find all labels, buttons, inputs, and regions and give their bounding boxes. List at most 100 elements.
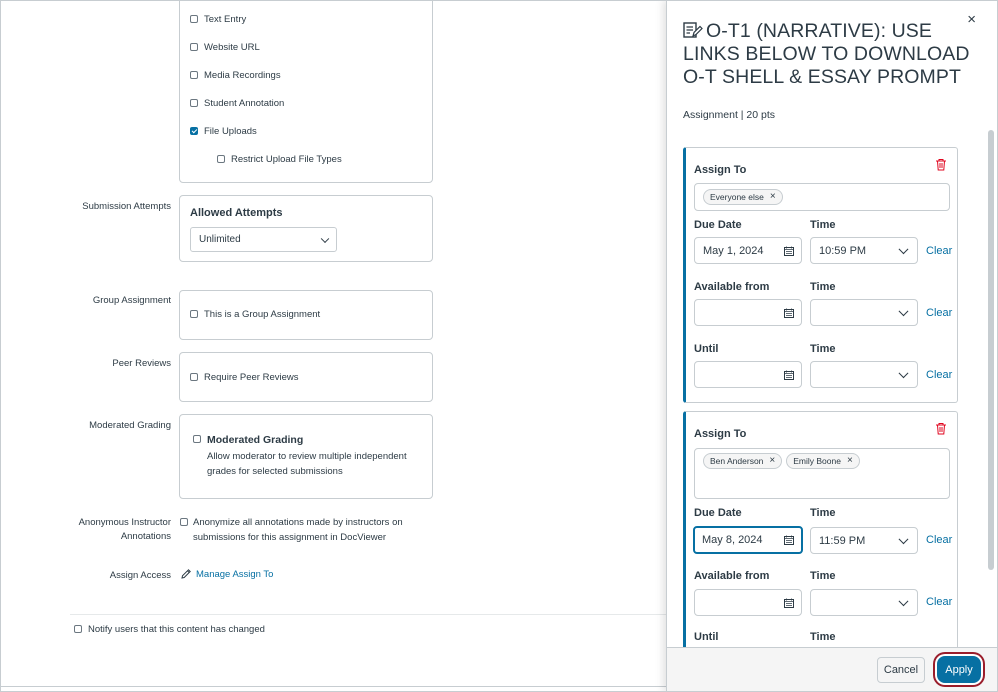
clear-until-button[interactable]: Clear <box>926 369 952 381</box>
calendar-icon[interactable] <box>784 246 794 256</box>
notify-users-label: Notify users that this content has chang… <box>88 624 265 635</box>
assign-to-input[interactable]: Everyone else × <box>694 183 950 211</box>
option-media-recordings[interactable]: Media Recordings <box>190 70 281 81</box>
website-url-checkbox[interactable] <box>190 42 198 51</box>
peer-reviews-checkbox[interactable] <box>190 372 198 381</box>
until-time-label: Time <box>810 343 836 355</box>
chevron-down-icon <box>898 595 909 606</box>
allowed-attempts-select[interactable]: Unlimited <box>190 227 337 252</box>
due-date-input[interactable]: May 8, 2024 <box>693 526 803 554</box>
option-anonymous-annotations[interactable]: Anonymize all annotations made by instru… <box>180 516 420 545</box>
available-time-label: Time <box>810 570 836 582</box>
option-website-url[interactable]: Website URL <box>190 42 260 53</box>
text-entry-label: Text Entry <box>204 14 247 25</box>
assign-to-input[interactable]: Ben Anderson × Emily Boone × <box>694 448 950 499</box>
anonymous-annotations-option-label: Anonymize all annotations made by instru… <box>193 517 403 543</box>
media-recordings-label: Media Recordings <box>204 70 281 81</box>
group-assignment-box: This is a Group Assignment <box>179 290 433 340</box>
due-date-value: May 8, 2024 <box>702 534 763 546</box>
option-group-assignment[interactable]: This is a Group Assignment <box>190 309 320 320</box>
assign-to-label: Assign To <box>694 428 747 440</box>
until-input[interactable] <box>694 361 802 388</box>
until-label: Until <box>694 631 719 643</box>
calendar-icon[interactable] <box>784 535 794 545</box>
restrict-upload-label: Restrict Upload File Types <box>231 154 342 165</box>
remove-assignee-icon[interactable]: × <box>847 456 853 466</box>
chevron-down-icon <box>320 234 330 243</box>
due-time-select[interactable]: 10:59 PM <box>810 237 918 264</box>
divider <box>70 614 666 615</box>
option-notify-users[interactable]: Notify users that this content has chang… <box>74 624 265 635</box>
manage-assign-to-text[interactable]: Manage Assign To <box>196 569 273 580</box>
assign-to-label: Assign To <box>694 164 747 176</box>
calendar-icon[interactable] <box>784 598 794 608</box>
file-uploads-checkbox[interactable] <box>190 126 198 135</box>
option-file-uploads[interactable]: File Uploads <box>190 126 257 137</box>
clear-available-from-button[interactable]: Clear <box>926 307 952 319</box>
assignee-pill[interactable]: Ben Anderson × <box>703 453 783 469</box>
student-annotation-checkbox[interactable] <box>190 98 198 107</box>
peer-reviews-label: Peer Reviews <box>112 358 171 369</box>
assign-access-label: Assign Access <box>109 570 171 581</box>
manage-assign-to-link[interactable]: Manage Assign To <box>180 568 273 580</box>
available-time-select[interactable] <box>810 299 918 326</box>
notify-users-checkbox[interactable] <box>74 624 82 633</box>
anonymous-annotations-checkbox[interactable] <box>180 518 188 526</box>
assignment-points: Assignment | 20 pts <box>683 109 776 121</box>
calendar-icon[interactable] <box>784 308 794 318</box>
available-from-label: Available from <box>694 281 770 293</box>
chevron-down-icon <box>898 367 909 378</box>
due-date-label: Due Date <box>694 219 742 231</box>
option-text-entry[interactable]: Text Entry <box>190 14 246 25</box>
assignee-pill[interactable]: Emily Boone × <box>786 453 860 469</box>
cancel-button[interactable]: Cancel <box>877 657 925 683</box>
tray-title-text: O-T1 (NARRATIVE): USE LINKS BELOW TO DOW… <box>683 20 970 88</box>
option-peer-reviews[interactable]: Require Peer Reviews <box>190 372 299 383</box>
website-url-label: Website URL <box>204 42 260 53</box>
clear-available-from-button[interactable]: Clear <box>926 596 952 608</box>
assign-card-2: Assign To Ben Anderson × Emily Boone × D… <box>683 411 958 671</box>
until-time-label: Time <box>810 631 836 643</box>
chevron-down-icon <box>898 243 909 254</box>
moderated-grading-box: Moderated Grading Allow moderator to rev… <box>179 414 433 499</box>
option-moderated-grading[interactable]: Moderated Grading <box>193 434 303 446</box>
tray-footer: Cancel Apply <box>667 647 998 692</box>
page-bottom-border <box>0 686 666 687</box>
chevron-down-icon <box>898 533 909 544</box>
student-annotation-label: Student Annotation <box>204 98 285 109</box>
assignee-name: Everyone else <box>710 192 764 202</box>
clear-due-date-button[interactable]: Clear <box>926 534 952 546</box>
available-time-label: Time <box>810 281 836 293</box>
restrict-upload-checkbox[interactable] <box>217 154 225 163</box>
text-entry-checkbox[interactable] <box>190 14 198 23</box>
group-assignment-option-label: This is a Group Assignment <box>204 309 321 320</box>
assign-to-tray: × O-T1 (NARRATIVE): USE LINKS BELOW TO D… <box>666 0 998 692</box>
remove-assignee-icon[interactable]: × <box>769 456 775 466</box>
apply-button[interactable]: Apply <box>937 656 981 683</box>
submission-attempts-label: Submission Attempts <box>82 201 171 212</box>
assign-card-1: Assign To Everyone else × Due Date Time … <box>683 147 958 403</box>
file-uploads-label: File Uploads <box>204 126 257 137</box>
delete-card-trash-icon[interactable] <box>935 158 947 171</box>
available-time-select[interactable] <box>810 589 918 616</box>
group-assignment-checkbox[interactable] <box>190 309 198 318</box>
clear-due-date-button[interactable]: Clear <box>926 245 952 257</box>
due-time-select[interactable]: 11:59 PM <box>810 527 918 554</box>
due-date-input[interactable]: May 1, 2024 <box>694 237 802 264</box>
tray-title: O-T1 (NARRATIVE): USE LINKS BELOW TO DOW… <box>683 20 973 89</box>
option-restrict-upload[interactable]: Restrict Upload File Types <box>217 154 342 165</box>
available-from-input[interactable] <box>694 299 802 326</box>
calendar-icon[interactable] <box>784 370 794 380</box>
tray-scrollbar[interactable] <box>988 130 994 570</box>
allowed-attempts-value: Unlimited <box>199 234 241 245</box>
anonymous-label-line2: Annotations <box>120 531 171 542</box>
moderated-grading-checkbox[interactable] <box>193 435 201 443</box>
assignee-pill[interactable]: Everyone else × <box>703 189 783 205</box>
until-time-select[interactable] <box>810 361 918 388</box>
media-recordings-checkbox[interactable] <box>190 70 198 79</box>
available-from-input[interactable] <box>694 589 802 616</box>
option-student-annotation[interactable]: Student Annotation <box>190 98 284 109</box>
remove-assignee-icon[interactable]: × <box>770 192 776 202</box>
allowed-attempts-heading: Allowed Attempts <box>190 207 283 219</box>
delete-card-trash-icon[interactable] <box>935 422 947 435</box>
